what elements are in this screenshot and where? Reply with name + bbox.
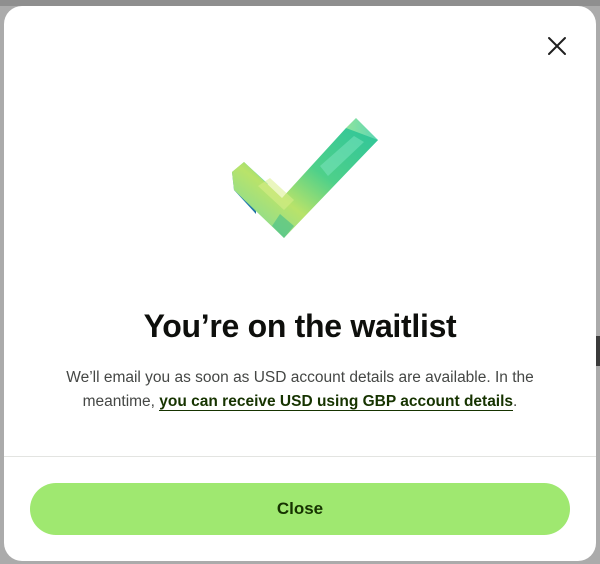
close-icon[interactable]: [545, 34, 569, 58]
backdrop-fragment: [596, 336, 600, 366]
gbp-account-details-link[interactable]: you can receive USD using GBP account de…: [159, 393, 514, 411]
close-button[interactable]: Close: [30, 483, 570, 535]
modal-title: You’re on the waitlist: [143, 308, 457, 344]
footer-divider: [4, 456, 596, 457]
modal-description: We’ll email you as soon as USD account d…: [44, 366, 556, 414]
description-end: .: [513, 393, 518, 410]
checkmark-icon: [224, 110, 384, 246]
waitlist-modal: You’re on the waitlist We’ll email you a…: [4, 6, 596, 561]
